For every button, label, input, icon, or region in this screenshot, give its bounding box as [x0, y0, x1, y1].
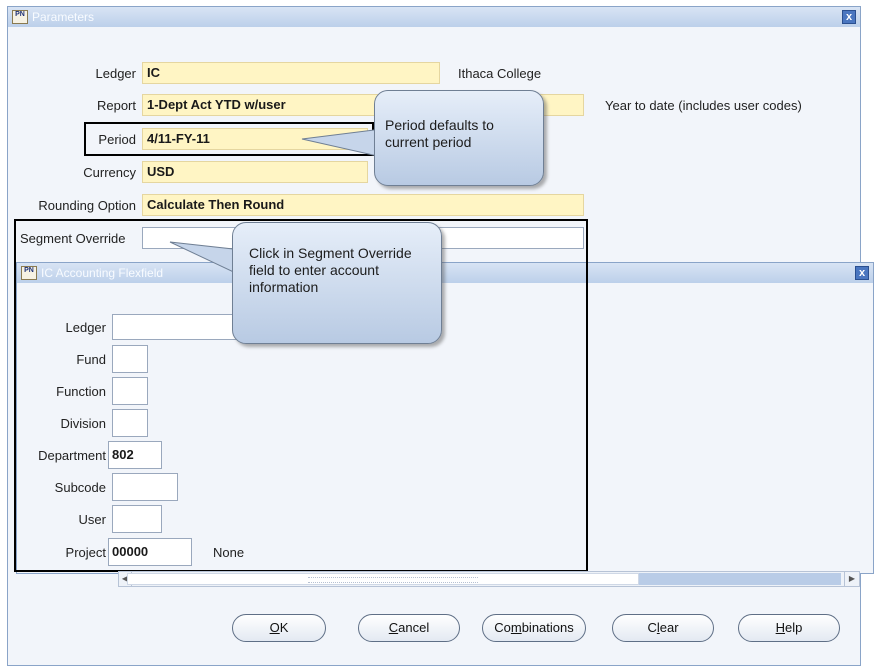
- scroll-right-icon[interactable]: ▶: [844, 572, 859, 586]
- period-callout: Period defaults to current period: [374, 90, 544, 186]
- horizontal-scrollbar[interactable]: ◀ ▶: [118, 571, 860, 587]
- combinations-button[interactable]: Combinations: [482, 614, 586, 642]
- ledger-label: Ledger: [95, 66, 136, 81]
- cancel-button[interactable]: Cancel: [358, 614, 460, 642]
- help-button[interactable]: Help: [738, 614, 840, 642]
- rounding-option-label: Rounding Option: [38, 198, 136, 213]
- ok-button[interactable]: OK: [232, 614, 326, 642]
- segment-callout: Click in Segment Override field to enter…: [232, 222, 442, 344]
- rounding-option-field[interactable]: Calculate Then Round: [142, 194, 584, 216]
- clear-button[interactable]: Clear: [612, 614, 714, 642]
- scroll-thumb[interactable]: [127, 573, 639, 585]
- report-label: Report: [96, 98, 136, 113]
- segment-callout-text: Click in Segment Override field to enter…: [249, 245, 412, 295]
- report-description: Year to date (includes user codes): [605, 98, 802, 113]
- window-title: Parameters: [32, 10, 95, 24]
- currency-label: Currency: [83, 165, 136, 180]
- close-icon[interactable]: x: [842, 10, 856, 24]
- app-icon: PN: [12, 10, 28, 24]
- ledger-field[interactable]: IC: [142, 62, 440, 84]
- scroll-thumb-grip: [308, 577, 478, 583]
- ledger-description: Ithaca College: [458, 66, 542, 81]
- parameters-titlebar: PN Parameters x: [8, 7, 860, 27]
- scroll-track[interactable]: [639, 573, 841, 585]
- period-callout-text: Period defaults to current period: [385, 117, 494, 150]
- flexfield-close-icon[interactable]: x: [855, 266, 869, 280]
- currency-field[interactable]: USD: [142, 161, 368, 183]
